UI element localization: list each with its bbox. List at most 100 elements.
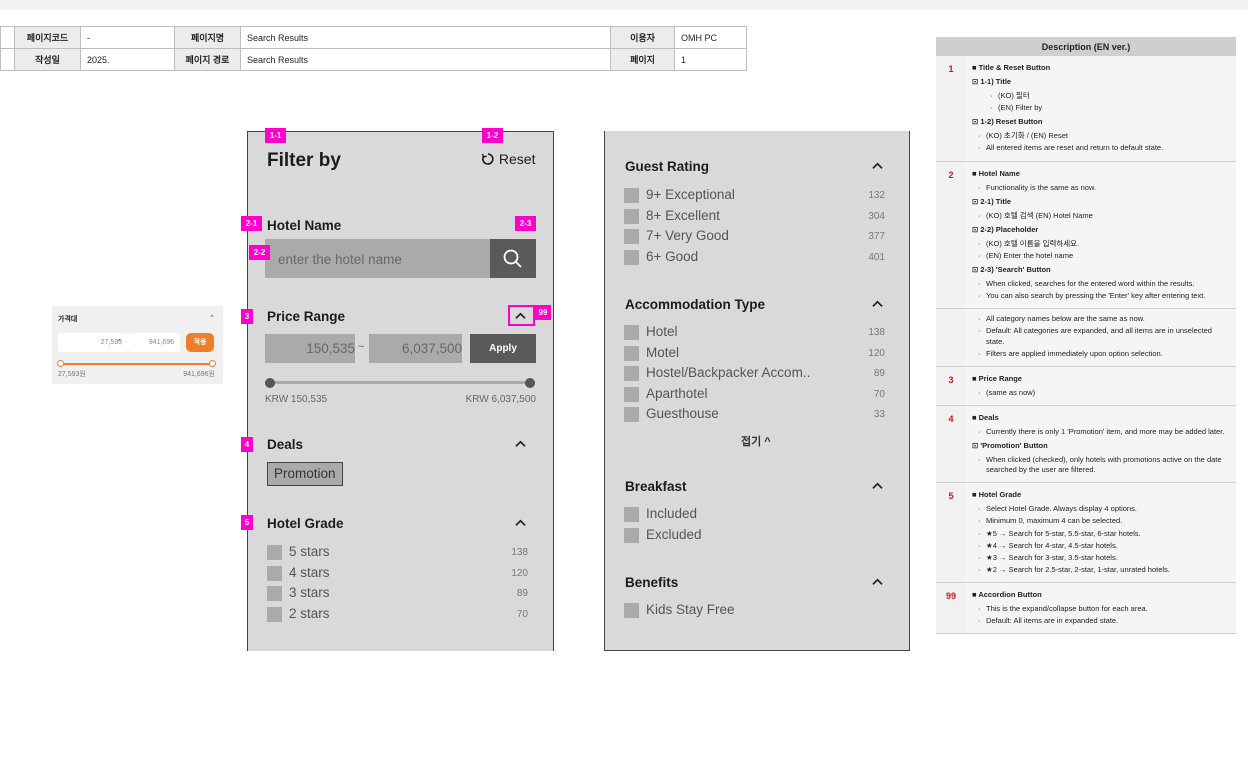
option-label[interactable]: Guesthouse: [646, 406, 719, 421]
row-subheading: ⊡ 1-2) Reset Button: [972, 117, 1043, 127]
row-body: ■ Price Range (same as now): [966, 366, 1236, 406]
chevron-up-icon[interactable]: [872, 481, 883, 492]
row-list: When clicked, searches for the entered w…: [978, 279, 1230, 301]
row-body: ■ Title & Reset Button ⊡ 1-1) Title (KO) 필…: [966, 56, 1236, 162]
checkbox[interactable]: [624, 229, 639, 244]
chevron-up-icon[interactable]: ⌃: [209, 314, 215, 322]
chevron-up-icon[interactable]: [515, 439, 526, 450]
checkbox[interactable]: [624, 345, 639, 361]
price-max-input[interactable]: 6,037,500: [369, 334, 462, 363]
row-number: 3: [936, 366, 966, 406]
collapse-button[interactable]: 접기 ^: [741, 433, 771, 449]
option-label[interactable]: 3 stars: [289, 585, 330, 600]
page: 1: [674, 48, 747, 71]
row-list-item: All entered items are reset and return t…: [978, 143, 1230, 153]
checkbox[interactable]: [624, 188, 639, 203]
row-list-item: When clicked (checked), only hotels with…: [978, 455, 1230, 475]
option-label[interactable]: 8+ Excellent: [646, 208, 720, 223]
checkbox[interactable]: [624, 407, 639, 422]
mini-apply-button[interactable]: 적용: [186, 333, 214, 352]
checkbox[interactable]: [624, 507, 639, 522]
chevron-up-icon[interactable]: [872, 299, 883, 310]
row-heading: ■ Title & Reset Button: [972, 63, 1051, 72]
option-label[interactable]: Motel: [646, 345, 679, 360]
row-list-item: This is the expand/collapse button for e…: [978, 604, 1230, 614]
price-min-input[interactable]: 150,535: [265, 334, 355, 363]
user-label: 이용자: [610, 26, 675, 49]
row-list-item: (EN) Filter by: [990, 103, 1230, 113]
mini-slider-min-handle[interactable]: [57, 360, 64, 367]
page-label: 페이지: [610, 48, 675, 71]
filter-panel-right: Guest Rating 9+ Exceptional 132 8+ Excelle…: [604, 131, 910, 651]
reset-button[interactable]: Reset: [481, 151, 535, 167]
row-list-item: (KO) 호텔 이름을 입력하세요.: [978, 239, 1230, 249]
chevron-up-icon[interactable]: [515, 518, 526, 529]
chevron-up-icon[interactable]: [872, 161, 883, 172]
checkbox[interactable]: [267, 586, 282, 601]
checkbox[interactable]: [624, 208, 639, 224]
row-list: (KO) 호텔 검색 (EN) Hotel Name: [978, 211, 1230, 221]
row-list-item: Minimum 0, maximum 4 can be selected.: [978, 516, 1230, 526]
row-list-item: (EN) Enter the hotel name: [978, 251, 1230, 261]
row-subheading: ⊡ 1-1) Title: [972, 77, 1012, 86]
price-min-label: KRW 150,535: [265, 394, 328, 405]
description-title: Description (EN ver.): [936, 37, 1236, 56]
checkbox[interactable]: [624, 366, 639, 381]
row-list: Functionality is the same as now.: [978, 183, 1230, 193]
checkbox[interactable]: [624, 386, 639, 402]
row-list-item: (same as now): [978, 388, 1230, 398]
price-max-label: KRW 6,037,500: [465, 394, 536, 405]
option-count: 401: [868, 251, 885, 263]
checkbox[interactable]: [624, 527, 639, 543]
option-count: 304: [868, 210, 885, 222]
option-label[interactable]: 6+ Good: [646, 249, 698, 264]
option-label[interactable]: 2 stars: [289, 606, 330, 621]
option-label[interactable]: 5 stars: [289, 544, 330, 559]
option-count: 89: [516, 588, 528, 599]
option-count: 120: [868, 347, 885, 359]
checkbox[interactable]: [624, 325, 639, 340]
mini-slider-max-handle[interactable]: [209, 360, 216, 367]
price-slider-min-handle[interactable]: [265, 378, 275, 388]
description-row: All category names below are the same as…: [936, 308, 1236, 367]
option-label[interactable]: Excluded: [646, 527, 702, 542]
page-name: Search Results: [240, 26, 611, 49]
row-list-item: (KO) 초기화 / (EN) Reset: [978, 131, 1230, 141]
row-heading: ■ Price Range: [972, 373, 1022, 383]
option-label[interactable]: Hostel/Backpacker Accom..: [646, 365, 810, 380]
option-label[interactable]: Included: [646, 506, 697, 521]
option-label[interactable]: Hotel: [646, 324, 678, 339]
checkbox[interactable]: [624, 603, 639, 618]
row-subheading: ⊡ 2-1) Title: [972, 196, 1012, 206]
price-slider-max-handle[interactable]: [525, 378, 535, 388]
option-label[interactable]: 9+ Exceptional: [646, 187, 735, 202]
chevron-up-icon[interactable]: [872, 577, 883, 588]
date: 2025.: [80, 48, 175, 71]
checkbox[interactable]: [267, 606, 282, 622]
row-list-item: Currently there is only 1 'Promotion' it…: [978, 427, 1230, 437]
breakfast-title: Breakfast: [625, 479, 687, 494]
description-row: 2 ■ Hotel Name Functionality is the same a…: [936, 161, 1236, 310]
row-list-item: (KO) 필터: [990, 91, 1230, 101]
option-label[interactable]: Kids Stay Free: [646, 602, 735, 617]
reset-icon: [481, 153, 494, 165]
option-label[interactable]: Aparthotel: [646, 386, 708, 401]
annotation-tag: 4: [241, 437, 253, 452]
apply-button[interactable]: Apply: [470, 334, 536, 363]
checkbox[interactable]: [267, 545, 282, 560]
row-list-item: Default: All categories are expanded, an…: [978, 326, 1230, 346]
search-button[interactable]: [490, 239, 536, 278]
checkbox[interactable]: [624, 249, 639, 265]
promotion-button[interactable]: Promotion: [267, 462, 343, 486]
option-label[interactable]: 4 stars: [289, 565, 330, 580]
checkbox[interactable]: [267, 565, 282, 581]
hotel-name-input[interactable]: enter the hotel name: [265, 239, 490, 278]
mini-max-input[interactable]: 941,696: [128, 333, 180, 352]
price-max-value: 6,037,500: [401, 341, 462, 356]
row-list-item: ★3 → Search for 3-star, 3.5-star hotels.: [978, 553, 1230, 563]
row-list-item: (KO) 호텔 검색 (EN) Hotel Name: [978, 211, 1230, 221]
benefits-title: Benefits: [625, 575, 679, 590]
row-list-item: Default: All items are in expanded state…: [978, 616, 1230, 626]
option-label[interactable]: 7+ Very Good: [646, 228, 729, 243]
option-count: 138: [511, 547, 528, 558]
